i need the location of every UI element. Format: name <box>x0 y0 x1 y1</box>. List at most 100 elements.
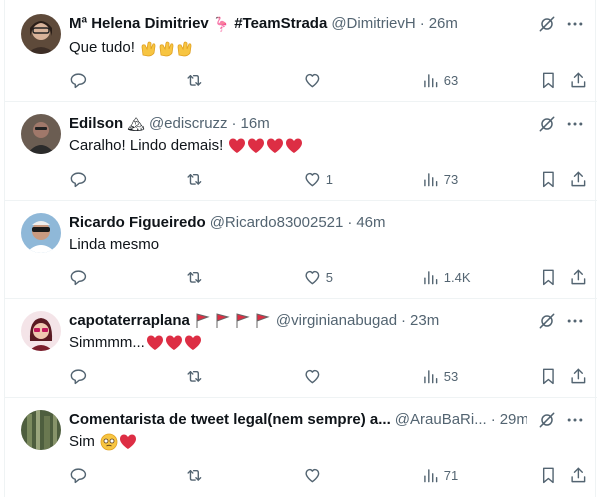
bookmark-button[interactable] <box>539 465 558 485</box>
name-emoji: 🦩 <box>212 16 231 32</box>
reply-icon <box>70 468 87 483</box>
more-icon[interactable] <box>565 410 585 430</box>
grok-icon[interactable] <box>537 311 557 331</box>
timestamp[interactable]: 46m <box>356 213 385 233</box>
heart-emojis <box>228 137 304 155</box>
share-button[interactable] <box>569 70 588 90</box>
like-button[interactable] <box>303 465 326 485</box>
tweet-text-content: Caralho! Lindo demais! <box>69 137 224 154</box>
handle[interactable]: @ediscruzz <box>149 114 228 134</box>
tweet-4[interactable]: capotaterraplana @virginianabugad · 23m … <box>5 299 597 398</box>
more-icon[interactable] <box>565 311 585 331</box>
clap-emoji <box>140 39 194 57</box>
handle[interactable]: @Ricardo83002521 <box>210 213 344 233</box>
share-button[interactable] <box>569 169 588 189</box>
share-button[interactable] <box>569 366 588 386</box>
timestamp[interactable]: 16m <box>241 114 270 134</box>
avatar[interactable] <box>21 14 61 54</box>
retweet-icon <box>187 271 202 283</box>
views-icon <box>424 468 438 482</box>
bookmark-button[interactable] <box>539 70 558 90</box>
display-name[interactable]: Mª Helena Dimitriev <box>69 14 209 34</box>
timestamp[interactable]: 29m <box>500 410 527 430</box>
retweet-button[interactable] <box>185 70 208 90</box>
separator-dot: · <box>231 115 237 132</box>
grok-icon[interactable] <box>537 114 557 134</box>
tweet-3[interactable]: Ricardo Figueiredo @Ricardo83002521 · 46… <box>5 201 597 299</box>
tweet-text-content: Sim <box>69 433 95 450</box>
display-name[interactable]: Comentarista de tweet legal(nem sempre) … <box>69 410 391 430</box>
more-icon[interactable] <box>565 114 585 134</box>
reply-icon <box>70 270 87 285</box>
reply-button[interactable] <box>69 267 92 287</box>
retweet-button[interactable] <box>185 169 208 189</box>
tweet-text: Caralho! Lindo demais! <box>69 136 304 156</box>
tweet-text-content: Linda mesmo <box>69 236 160 253</box>
retweet-icon <box>187 74 202 86</box>
timestamp[interactable]: 23m <box>410 311 439 331</box>
more-icon[interactable] <box>565 14 585 34</box>
display-name[interactable]: capotaterraplana <box>69 311 190 331</box>
handle[interactable]: @DimitrievH <box>331 14 415 34</box>
avatar[interactable] <box>21 114 61 154</box>
handle[interactable]: @virginianabugad <box>276 311 397 331</box>
bookmark-button[interactable] <box>539 169 558 189</box>
separator-dot: · <box>401 312 407 329</box>
views-button[interactable]: 73 <box>421 169 458 189</box>
tweet-2[interactable]: Edilson 🏔 @ediscruzz · 16m Caralho! Lind… <box>5 102 597 201</box>
like-button[interactable]: 1 <box>303 169 333 189</box>
retweet-icon <box>187 173 202 185</box>
retweet-button[interactable] <box>185 366 208 386</box>
reply-button[interactable] <box>69 70 92 90</box>
retweet-button[interactable] <box>185 465 208 485</box>
tweet-text-content: Que tudo! <box>69 39 135 56</box>
tweet-5[interactable]: Comentarista de tweet legal(nem sempre) … <box>5 398 597 497</box>
share-button[interactable] <box>569 267 588 287</box>
like-button[interactable] <box>303 70 326 90</box>
separator-dot: · <box>419 15 425 32</box>
like-icon <box>305 172 320 186</box>
avatar[interactable] <box>21 213 61 253</box>
bookmark-icon <box>542 368 554 384</box>
share-icon <box>571 368 586 383</box>
share-icon <box>571 269 586 284</box>
avatar[interactable] <box>21 311 61 351</box>
pleading-heart-emojis <box>100 433 138 451</box>
bookmark-button[interactable] <box>539 267 558 287</box>
tweet-1[interactable]: Mª Helena Dimitriev 🦩 #TeamStrada @Dimit… <box>5 0 597 102</box>
reply-button[interactable] <box>69 169 92 189</box>
share-icon <box>571 72 586 87</box>
timestamp[interactable]: 26m <box>429 14 458 34</box>
view-count: 71 <box>443 467 459 483</box>
views-icon <box>424 270 438 284</box>
share-icon <box>571 171 586 186</box>
views-button[interactable]: 53 <box>421 366 458 386</box>
avatar[interactable] <box>21 410 61 450</box>
share-button[interactable] <box>569 465 588 485</box>
tweet-text: Sim <box>69 432 138 452</box>
grok-icon[interactable] <box>537 410 557 430</box>
like-button[interactable] <box>303 366 326 386</box>
separator-dot: · <box>490 411 496 428</box>
view-count: 63 <box>443 72 459 88</box>
views-button[interactable]: 1.4K <box>421 267 471 287</box>
retweet-button[interactable] <box>185 267 208 287</box>
handle[interactable]: @ArauBaRi... <box>395 410 487 430</box>
reply-button[interactable] <box>69 465 92 485</box>
reply-button[interactable] <box>69 366 92 386</box>
name-emoji: 🏔 <box>127 116 145 132</box>
tweet-actions: 71 <box>69 465 591 485</box>
tweet-actions: 1 73 <box>69 169 591 189</box>
name-hashtag[interactable]: #TeamStrada <box>234 14 327 34</box>
bookmark-button[interactable] <box>539 366 558 386</box>
views-button[interactable]: 71 <box>421 465 458 485</box>
view-count: 73 <box>443 171 459 187</box>
like-button[interactable]: 5 <box>303 267 333 287</box>
display-name[interactable]: Edilson <box>69 114 123 134</box>
tweet-text: Que tudo! <box>69 38 194 58</box>
display-name[interactable]: Ricardo Figueiredo <box>69 213 206 233</box>
bookmark-icon <box>542 72 554 88</box>
grok-icon[interactable] <box>537 14 557 34</box>
views-button[interactable]: 63 <box>421 70 458 90</box>
like-icon <box>305 468 320 482</box>
